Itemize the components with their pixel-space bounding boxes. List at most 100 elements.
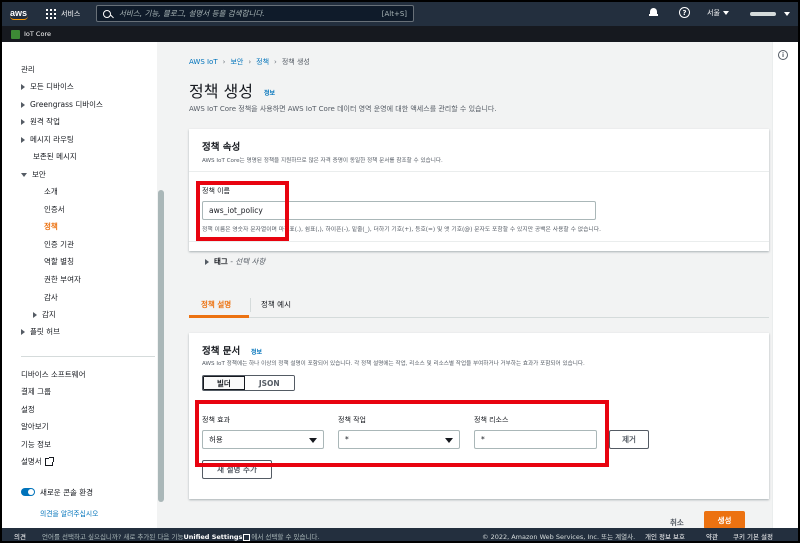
policy-resource-input[interactable]: * (474, 430, 597, 449)
top-navigation: aws 서비스 서비스, 기능, 블로그, 설명서 등을 검색합니다. [Alt… (2, 2, 798, 26)
scrollbar-thumb[interactable] (158, 190, 164, 502)
builder-mode-button[interactable]: 빌더 (203, 376, 245, 390)
policy-effect-value: 허용 (209, 435, 223, 444)
sidebar-item-device-software[interactable]: 디바이스 소프트웨어 (21, 369, 85, 380)
expand-icon (21, 137, 25, 143)
policy-properties-panel: 정책 속성 AWS IoT Core는 명명된 정책을 지원하므로 많은 자격 … (189, 129, 769, 266)
new-console-toggle[interactable] (21, 488, 35, 496)
expand-icon (21, 329, 25, 335)
cancel-button[interactable]: 취소 (670, 517, 684, 528)
sidebar-item-settings[interactable]: 설정 (21, 404, 35, 415)
account-menu[interactable] (750, 12, 776, 16)
sidebar-item-retained-messages[interactable]: 보존된 메시지 (33, 151, 77, 162)
breadcrumb-current: 정책 생성 (281, 58, 310, 66)
sidebar-item-certificates[interactable]: 인증서 (44, 204, 65, 215)
sidebar-item-detect[interactable]: 감지 (33, 309, 56, 320)
expand-icon (21, 102, 25, 108)
tags-expander[interactable]: 태그 - 선택 사항 (205, 256, 265, 267)
search-input[interactable]: 서비스, 기능, 블로그, 설명서 등을 검색합니다. (119, 8, 382, 19)
sidebar-item-greengrass[interactable]: Greengrass 디바이스 (21, 99, 103, 110)
iot-core-icon (11, 29, 20, 39)
footer-copyright: © 2022, Amazon Web Services, Inc. 또는 계열사… (482, 533, 636, 541)
sidebar-divider (21, 356, 155, 357)
sidebar-item-audit[interactable]: 감사 (44, 292, 58, 303)
footer-terms-link[interactable]: 약관 (706, 531, 718, 541)
service-bar: IoT Core (2, 26, 798, 42)
sidebar-item-documentation[interactable]: 설명서 (21, 456, 54, 467)
footer-privacy-link[interactable]: 개인 정보 보호 (645, 531, 685, 541)
sidebar-item-learn[interactable]: 알아보기 (21, 421, 49, 432)
add-statement-button[interactable]: 새 설명 추가 (202, 460, 272, 479)
sidebar-item-authorizers[interactable]: 권한 부여자 (44, 274, 81, 285)
sidebar-item-policies[interactable]: 정책 (44, 221, 58, 232)
breadcrumb-aws-iot[interactable]: AWS IoT (189, 58, 218, 66)
sidebar: 관리 모든 디바이스 Greengrass 디바이스 원격 작업 메시지 라우팅… (2, 42, 165, 528)
chevron-right-icon: › (274, 58, 277, 66)
sidebar-item-all-devices[interactable]: 모든 디바이스 (21, 81, 74, 92)
sidebar-item-remote-jobs[interactable]: 원격 작업 (21, 116, 60, 127)
caret-down-icon[interactable] (784, 12, 790, 16)
unified-settings-link[interactable]: Unified Settings (183, 533, 242, 541)
divider (189, 171, 769, 172)
policy-action-value: * (345, 435, 349, 444)
info-link[interactable]: 정보 (251, 347, 262, 356)
create-button[interactable]: 생성 (704, 511, 745, 529)
service-shortcut[interactable]: IoT Core (24, 30, 51, 38)
collapse-icon (21, 173, 27, 177)
tags-optional: - 선택 사항 (230, 257, 266, 266)
sidebar-item-feature-info[interactable]: 기능 정보 (21, 439, 51, 450)
main-content: AWS IoT › 보안 › 정책 › 정책 생성 정책 생성 정보 AWS IoT Cor… (165, 42, 772, 529)
chevron-right-icon: › (222, 58, 226, 66)
policy-resource-label: 정책 리소스 (474, 416, 509, 424)
page-description: AWS IoT Core 정책을 사용하면 AWS IoT Core 데이터 영… (189, 105, 497, 113)
panel-title: 정책 문서 (202, 346, 241, 357)
sidebar-item-message-routing[interactable]: 메시지 라우팅 (21, 134, 74, 145)
search-bar[interactable]: 서비스, 기능, 블로그, 설명서 등을 검색합니다. [Alt+S] (96, 5, 414, 22)
sidebar-item-security[interactable]: 보안 (21, 169, 46, 180)
policy-tabs: 정책 설명 정책 예시 (189, 294, 769, 318)
page-title: 정책 생성 (189, 82, 253, 101)
services-grid-icon[interactable] (46, 9, 56, 19)
services-menu[interactable]: 서비스 (61, 9, 80, 19)
search-icon (103, 9, 111, 18)
sidebar-item-billing-groups[interactable]: 결제 그룹 (21, 386, 51, 397)
policy-action-select[interactable]: * (338, 430, 460, 449)
policy-name-label: 정책 이름 (202, 187, 230, 195)
external-link-icon (44, 457, 54, 466)
tab-policy-statements[interactable]: 정책 설명 (201, 299, 231, 310)
policy-effect-select[interactable]: 허용 (202, 430, 324, 449)
footer-feedback-link[interactable]: 의견 (14, 531, 26, 541)
sidebar-scrollbar[interactable] (157, 42, 165, 528)
policy-name-input[interactable]: aws_iot_policy (202, 201, 596, 220)
help-icon[interactable]: ? (679, 7, 690, 18)
editor-mode-toggle: 빌더 JSON (202, 375, 295, 391)
sidebar-item-role-aliases[interactable]: 역할 별칭 (44, 256, 74, 267)
tab-divider (250, 298, 251, 312)
remove-statement-button[interactable]: 제거 (609, 430, 649, 449)
policy-document-panel: 정책 문서 정보 AWS IoT 정책에는 하나 이상의 정책 설명이 포함되어… (189, 333, 769, 499)
new-console-label: 새로운 콘솔 환경 (40, 488, 94, 497)
chevron-right-icon: › (248, 58, 252, 66)
policy-name-hint: 정책 이름은 영숫자 문자열이며 마침표(.), 쉼표(,), 하이픈(-), … (202, 227, 601, 233)
footer: 의견 언어를 선택하고 싶으십니까? 새로 추가된 다음 기능Unified S… (2, 528, 798, 541)
divider (189, 241, 769, 242)
sidebar-item-fleet-hub[interactable]: 플릿 허브 (21, 326, 60, 337)
panel-subtitle: AWS IoT Core는 명명된 정책을 지원하므로 많은 자격 증명이 동일… (202, 158, 443, 164)
tab-policy-examples[interactable]: 정책 예시 (261, 299, 291, 310)
footer-cookie-link[interactable]: 쿠키 기본 설정 (733, 531, 773, 541)
sidebar-item-intro[interactable]: 소개 (44, 186, 58, 197)
region-selector[interactable]: 서울 (707, 8, 729, 18)
aws-logo[interactable]: aws (10, 8, 36, 20)
expand-icon (21, 84, 25, 90)
breadcrumb-policies[interactable]: 정책 (256, 58, 269, 66)
breadcrumb: AWS IoT › 보안 › 정책 › 정책 생성 (189, 57, 310, 67)
feedback-link[interactable]: 의견을 알려주십시오 (40, 508, 98, 518)
dropdown-arrow-icon (445, 438, 453, 443)
info-circle-icon[interactable]: i (778, 50, 788, 60)
json-mode-button[interactable]: JSON (244, 376, 294, 390)
bell-icon[interactable] (649, 8, 658, 18)
breadcrumb-security[interactable]: 보안 (230, 58, 243, 66)
sidebar-item-ca[interactable]: 인증 기관 (44, 239, 74, 250)
info-link[interactable]: 정보 (264, 88, 275, 97)
footer-language-note: 언어를 선택하고 싶으십니까? 새로 추가된 다음 기능Unified Sett… (42, 533, 320, 541)
